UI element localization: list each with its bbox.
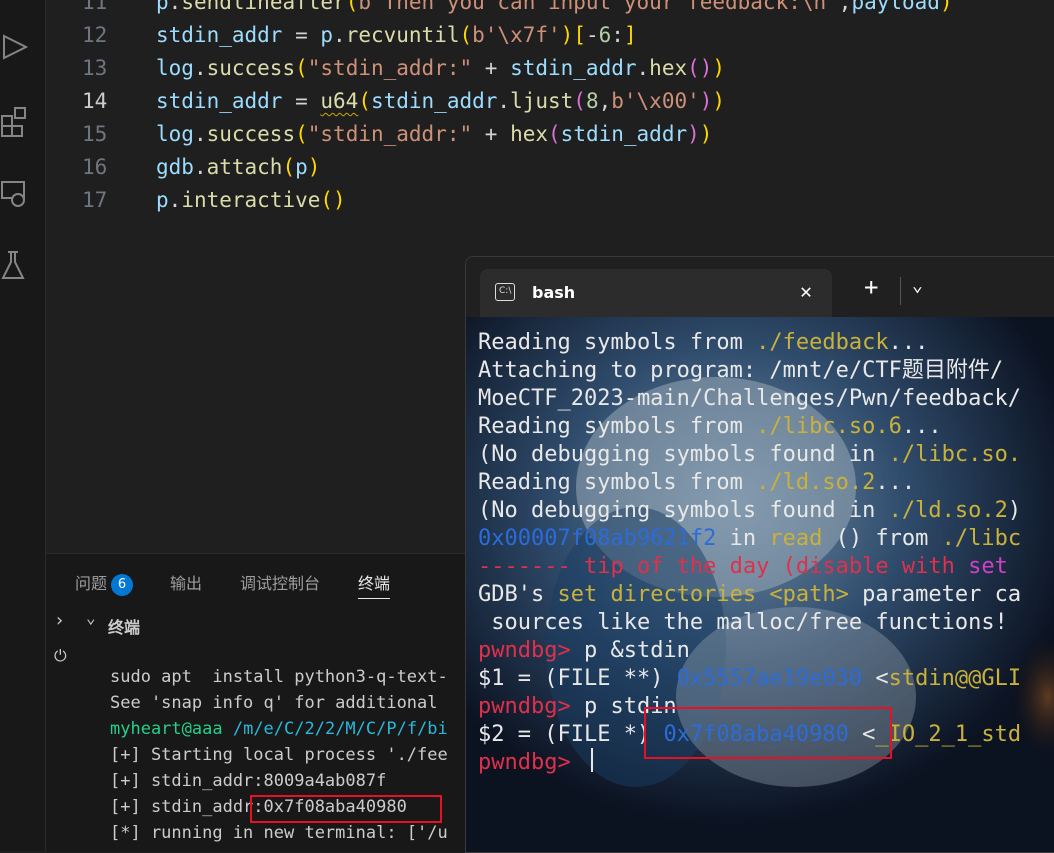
gdb-line: GDB's set directories <path> parameter c… [478,582,1022,607]
divider [900,277,901,305]
highlight-box [644,707,892,759]
tab-bash[interactable]: C:\ bash ✕ [480,269,832,317]
chevron-right-icon[interactable]: › [54,610,65,631]
code-line[interactable]: 15 log.success("stdin_addr:" + hex(stdin_… [46,118,1054,151]
terminal-line: [+] stdin_addr:8009a4ab087f [110,771,387,791]
terminal-line: myheart@aaa /m/e/C/2/2/M/C/P/f/bi [110,719,448,739]
terminal-line: sudo apt install python3-q-text- [110,667,448,687]
line-number: 11 [82,0,108,14]
gdb-line: Reading symbols from ./libc.so.6... [478,414,942,439]
line-number: 12 [82,23,108,47]
terminal-icon: C:\ [495,283,515,301]
gdb-line: sources like the malloc/free functions! [478,610,1008,635]
highlight-box [250,795,442,823]
code-line[interactable]: 16 gdb.attach(p) [46,151,1054,184]
line-number: 13 [82,56,108,80]
terminal-line: [*] running in new terminal: ['/u [110,823,448,843]
gdb-line: Reading symbols from ./ld.so.2... [478,470,916,495]
code-text: stdin_addr = p.recvuntil(b'\x7f')[-6:] [156,23,637,47]
gdb-line: pwndbg> [478,750,571,775]
code-text: log.success("stdin_addr:" + hex(stdin_ad… [156,122,713,146]
tab-title: bash [532,283,576,302]
gdb-line: Attaching to program: /mnt/e/CTF题目附件/ [478,358,1004,383]
close-icon[interactable]: ✕ [800,279,812,303]
terminal-window: C:\ bash ✕ + ⌄ Reading symbols from ./fe… [465,256,1054,853]
chevron-down-icon[interactable]: ⌄ [912,275,923,296]
new-tab-plus-icon[interactable]: + [864,275,878,299]
cursor [591,748,593,772]
line-number: 14 [82,89,108,113]
terminal-line: [+] Starting local process './fee [110,745,448,765]
gdb-line: (No debugging symbols found in ./libc.so… [478,442,1022,467]
line-number: 17 [82,188,108,212]
tab-terminal[interactable]: 终端 [358,570,391,599]
gdb-line: 0x00007f08ab9621f2 in read () from ./lib… [478,526,1022,551]
terminal-line: See 'snap info q' for additional [110,693,448,713]
plug-icon[interactable]: ⏻ [54,646,67,666]
testing-flask-icon[interactable] [0,248,30,282]
code-line[interactable]: 14 stdin_addr = u64(stdin_addr.ljust(8,b'… [46,85,1054,118]
code-text: p.interactive() [156,188,346,212]
gdb-line: pwndbg> p &stdin [478,638,690,663]
remote-explorer-icon[interactable] [0,176,30,210]
tab-problems[interactable]: 问题 6 [75,570,134,596]
activity-bar [0,0,46,851]
code-text: log.success("stdin_addr:" + stdin_addr.h… [156,56,726,80]
line-number: 16 [82,155,108,179]
code-line[interactable]: 17 p.interactive() [46,184,1054,217]
chevron-down-icon[interactable]: ⌄ [86,608,96,627]
code-line[interactable]: 12 stdin_addr = p.recvuntil(b'\x7f')[-6:] [46,19,1054,52]
code-text: p.sendlineafter(b'Then you can input you… [156,0,953,14]
problems-count-badge: 6 [111,574,134,596]
gdb-line: ------- tip of the day (disable with set [478,554,1008,579]
gdb-line: Reading symbols from ./feedback... [478,330,929,355]
window-titlebar: C:\ bash ✕ + ⌄ [466,257,1054,317]
run-debug-icon[interactable] [0,30,30,64]
line-number: 15 [82,122,108,146]
code-text: gdb.attach(p) [156,155,321,179]
section-title: 终端 [108,618,141,637]
code-line[interactable]: 13 log.success("stdin_addr:" + stdin_addr… [46,52,1054,85]
gdb-line: MoeCTF_2023-main/Challenges/Pwn/feedback… [478,386,1022,411]
gdb-line: (No debugging symbols found in ./ld.so.2… [478,498,1022,523]
code-text: stdin_addr = u64(stdin_addr.ljust(8,b'\x… [156,89,726,113]
tab-debug-console[interactable]: 调试控制台 [240,570,320,594]
tab-output[interactable]: 输出 [170,570,202,594]
extensions-icon[interactable] [0,104,30,138]
code-line[interactable]: 11 p.sendlineafter(b'Then you can input y… [46,0,1054,19]
gdb-line: $1 = (FILE **) 0x5557ae19e030 <stdin@@GL… [478,666,1022,691]
